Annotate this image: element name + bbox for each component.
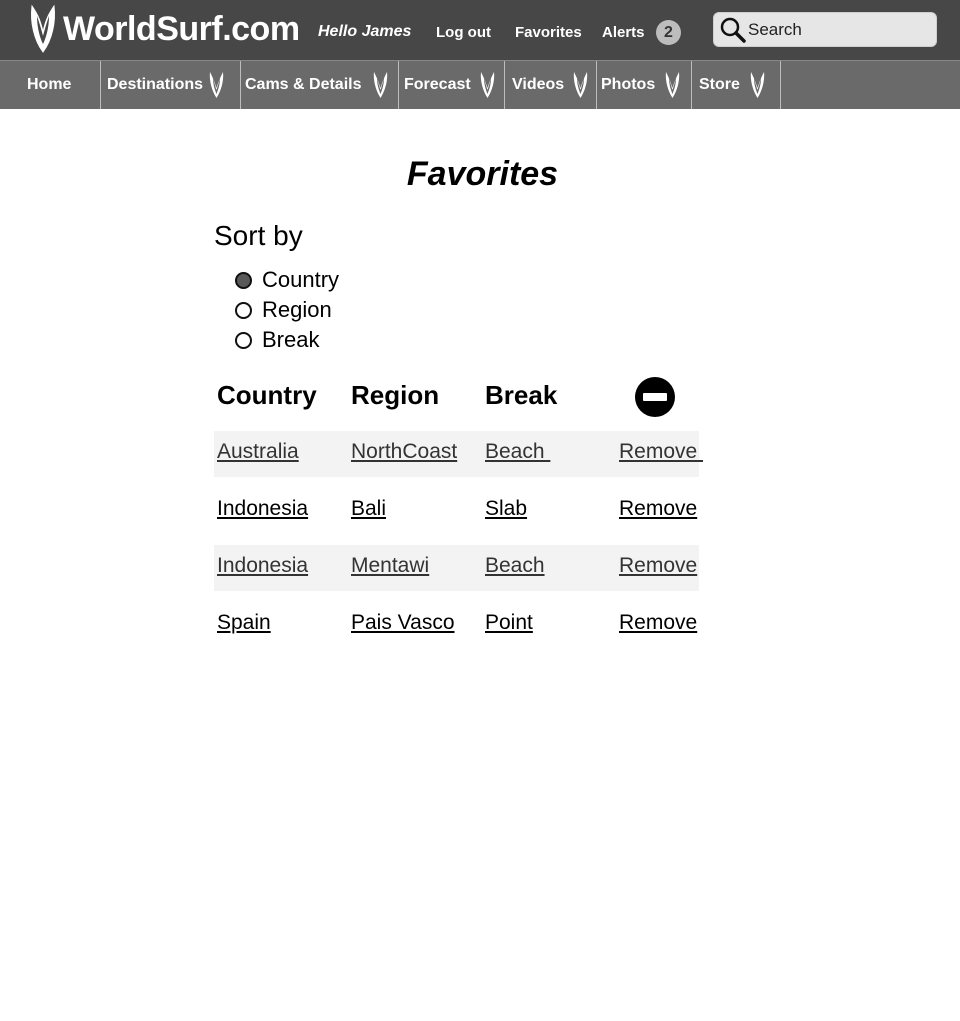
nav-item-cams-details[interactable]: Cams & Details [241, 61, 399, 109]
alerts-link[interactable]: Alerts [602, 23, 645, 43]
column-header-region[interactable]: Region [351, 380, 439, 411]
sort-option-region[interactable]: Region [235, 297, 332, 323]
nav-item-photos[interactable]: Photos [597, 61, 692, 109]
top-header-bar: WorldSurf.com Hello James Log out Favori… [0, 0, 960, 60]
sort-by-label: Sort by [214, 220, 303, 251]
site-logo[interactable]: WorldSurf.com [28, 4, 300, 54]
remove-link[interactable]: Remove [619, 554, 697, 578]
nav-item-label: Forecast [404, 76, 471, 93]
remove-link[interactable]: Remove [619, 440, 703, 464]
region-link[interactable]: NorthCoast [351, 440, 457, 464]
country-link[interactable]: Australia [217, 440, 299, 464]
radio-button-checked[interactable] [235, 271, 252, 289]
surfboard-fins-logo-icon [31, 4, 55, 53]
search-icon [720, 17, 746, 43]
nav-item-home[interactable]: Home [0, 61, 101, 109]
nav-item-videos[interactable]: Videos [505, 61, 597, 109]
fin-dropdown-icon [666, 72, 680, 98]
nav-item-label: Photos [601, 76, 656, 93]
nav-item-label: Destinations [107, 76, 204, 93]
sort-option-country[interactable]: Country [235, 267, 339, 293]
fin-dropdown-icon [373, 72, 387, 98]
fin-dropdown-icon [573, 72, 588, 98]
favorites-link[interactable]: Favorites [515, 23, 582, 43]
break-link[interactable]: Beach [485, 554, 545, 578]
page-title: Favorites [406, 155, 559, 193]
search-input[interactable] [748, 18, 928, 42]
alerts-count-badge[interactable]: 2 [656, 20, 681, 45]
region-link[interactable]: Mentawi [351, 554, 429, 578]
sort-option-break[interactable]: Break [235, 327, 319, 353]
no-entry-icon [635, 377, 675, 417]
fin-dropdown-icon [750, 72, 765, 98]
column-header-country[interactable]: Country [217, 380, 317, 411]
sort-option-label: Region [262, 297, 332, 322]
break-link[interactable]: Point [485, 611, 533, 635]
break-link[interactable]: Beach [485, 440, 550, 464]
country-link[interactable]: Indonesia [217, 497, 308, 521]
user-greeting: Hello James [318, 23, 412, 40]
break-link[interactable]: Slab [485, 497, 527, 521]
column-header-break[interactable]: Break [485, 380, 557, 411]
nav-item-forecast[interactable]: Forecast [399, 61, 505, 109]
country-link[interactable]: Spain [217, 611, 271, 635]
region-link[interactable]: Bali [351, 497, 386, 521]
fin-dropdown-icon [480, 72, 494, 98]
nav-item-label: Home [27, 76, 72, 93]
search-box[interactable] [713, 12, 937, 47]
nav-item-label: Cams & Details [245, 76, 362, 93]
nav-item-label: Videos [512, 76, 565, 93]
nav-item-store[interactable]: Store [692, 61, 781, 109]
remove-link[interactable]: Remove [619, 497, 697, 521]
nav-item-label: Store [699, 76, 740, 93]
sort-option-label: Country [262, 267, 340, 292]
region-link[interactable]: Pais Vasco [351, 611, 455, 635]
sort-option-label: Break [262, 327, 320, 352]
nav-item-destinations[interactable]: Destinations [101, 61, 241, 109]
radio-button[interactable] [235, 331, 252, 349]
remove-link[interactable]: Remove [619, 611, 697, 635]
site-name: WorldSurf.com [63, 9, 300, 48]
logout-link[interactable]: Log out [436, 23, 491, 43]
country-link[interactable]: Indonesia [217, 554, 308, 578]
fin-dropdown-icon [209, 72, 224, 98]
radio-button[interactable] [235, 301, 252, 319]
main-nav-bar: Home Destinations Cams & Details Forecas… [0, 60, 960, 109]
